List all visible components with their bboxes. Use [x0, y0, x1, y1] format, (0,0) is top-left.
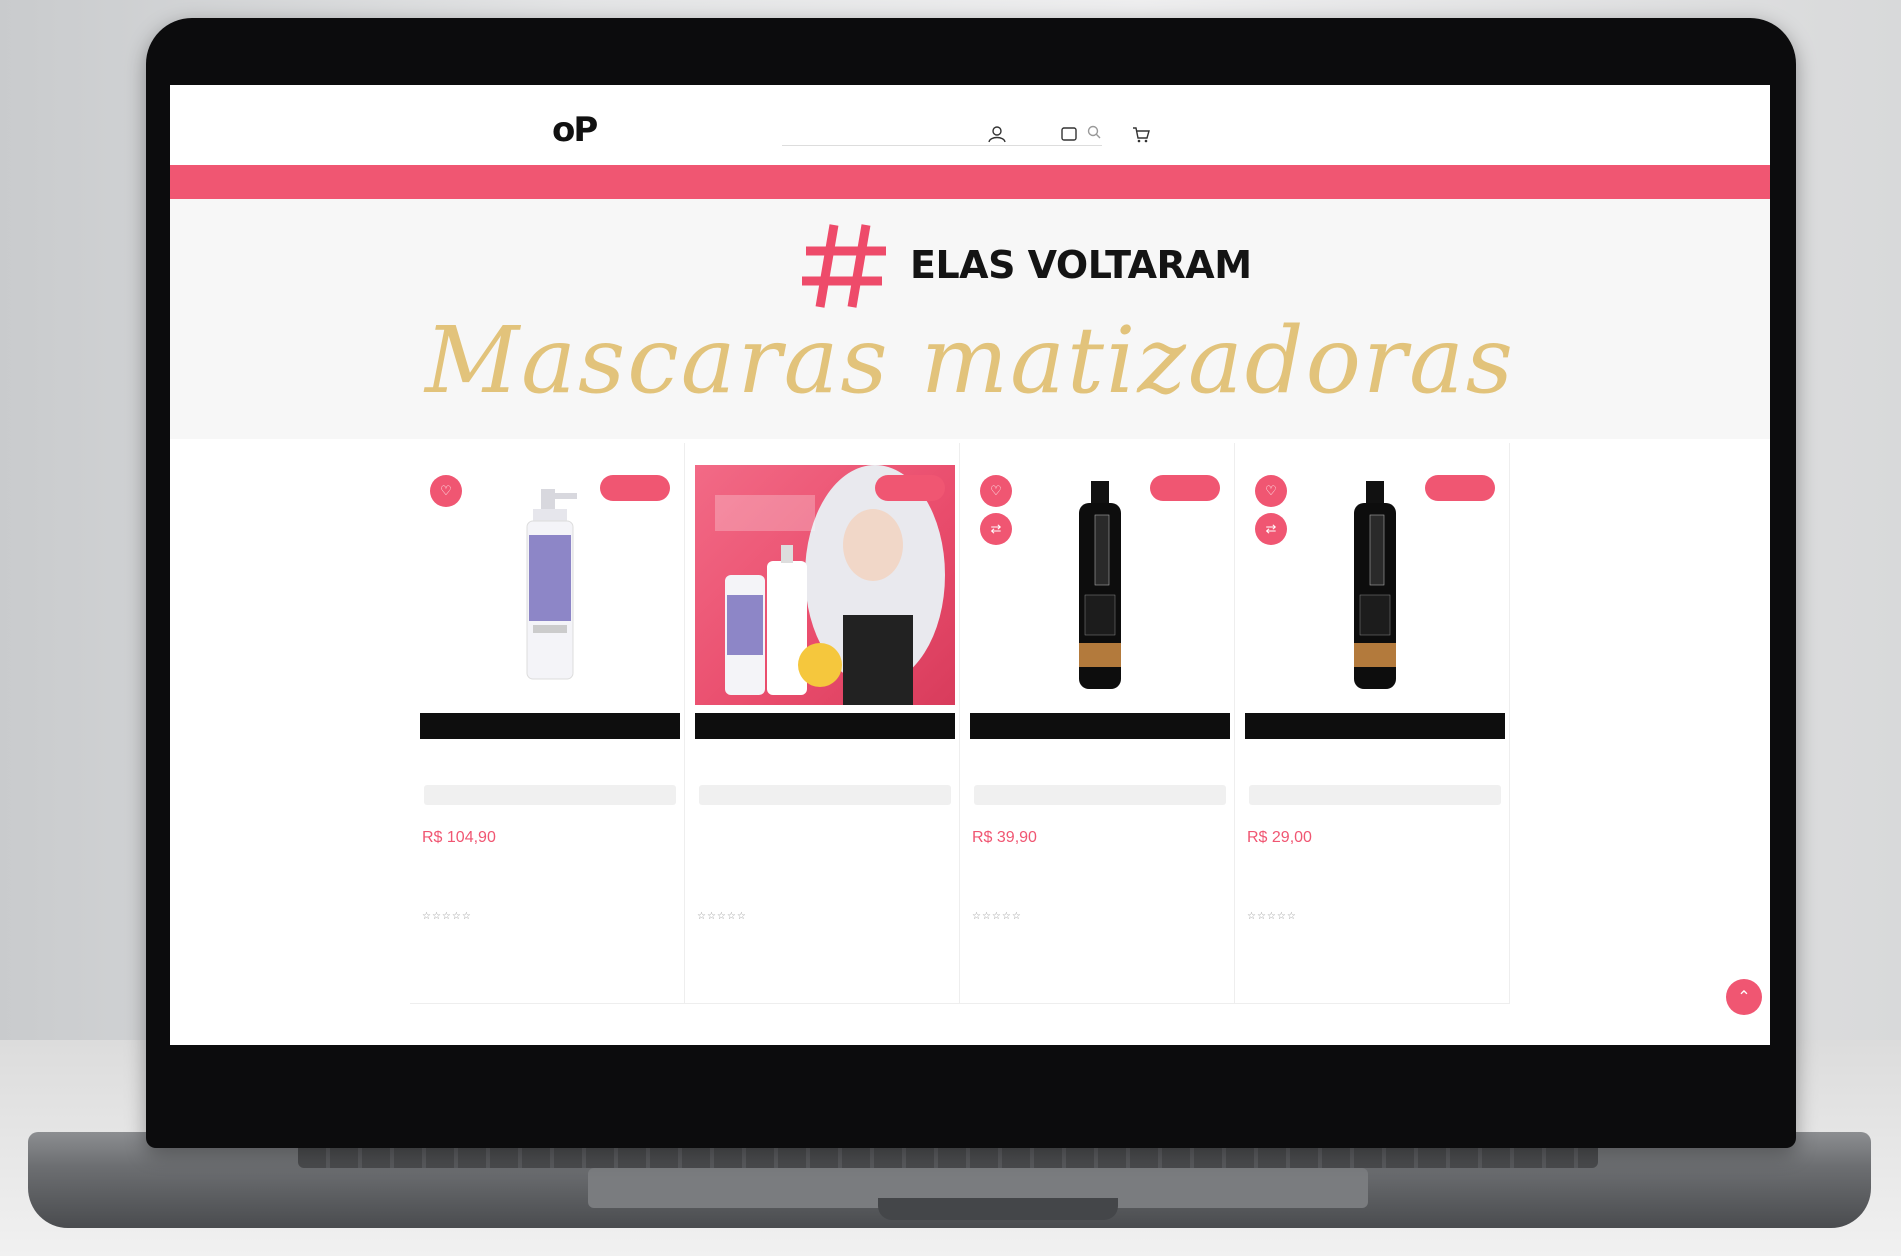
favorite-icon[interactable]: ♡: [1255, 475, 1287, 507]
product-image[interactable]: [420, 465, 680, 705]
white-bottle-illustration: [526, 489, 577, 680]
product-rating: ☆☆☆☆☆: [1247, 911, 1297, 922]
product-name[interactable]: [422, 747, 678, 779]
product-card[interactable]: ☆☆☆☆☆: [685, 443, 960, 1004]
hashtag-icon: [802, 224, 886, 308]
product-card[interactable]: ♡ ⇄ R$ 29,00 ☆☆☆☆☆: [1235, 443, 1510, 1004]
product-name[interactable]: [972, 747, 1228, 779]
installments-text: [697, 857, 953, 901]
discount-badge: [875, 475, 945, 501]
rating-stars: ☆☆☆☆☆: [422, 911, 472, 922]
product-rating: ☆☆☆☆☆: [972, 911, 1022, 922]
hero-banner: ELAS VOLTARAM Mascaras matizadoras: [170, 199, 1770, 439]
product-brand: [970, 713, 1230, 739]
compare-icon[interactable]: ⇄: [1255, 513, 1287, 545]
search-icon[interactable]: [1086, 124, 1102, 140]
product-image[interactable]: [1245, 465, 1505, 705]
shipping-badge: [424, 785, 676, 805]
product-brand: [420, 713, 680, 739]
site-header: oP: [170, 107, 1770, 165]
product-grid: ♡ R$ 104,90 ☆☆☆☆☆ ☆☆☆☆☆ ♡ ⇄ R$ 39,90 ☆☆☆…: [410, 443, 1510, 1004]
black-bottle-illustration: [1354, 481, 1396, 689]
user-icon[interactable]: [986, 123, 1008, 145]
product-brand: [695, 713, 955, 739]
category-nav: [170, 165, 1770, 199]
discount-badge: [1150, 475, 1220, 501]
product-image[interactable]: [970, 465, 1230, 705]
black-bottle-illustration: [1079, 481, 1121, 689]
favorite-icon[interactable]: ♡: [430, 475, 462, 507]
product-price: R$ 39,90: [972, 829, 1037, 846]
search-input[interactable]: [782, 125, 1086, 139]
product-price: R$ 29,00: [1247, 829, 1312, 846]
promo-banner-illustration: [715, 465, 945, 705]
product-card[interactable]: ♡ ⇄ R$ 39,90 ☆☆☆☆☆: [960, 443, 1235, 1004]
product-brand: [1245, 713, 1505, 739]
search-bar: [782, 119, 1102, 146]
announcement-bar: [170, 85, 1770, 107]
hero-title: ELAS VOLTARAM: [910, 243, 1252, 287]
compare-icon[interactable]: ⇄: [980, 513, 1012, 545]
product-price: R$ 104,90: [422, 829, 496, 846]
laptop-notch: [878, 1198, 1118, 1220]
product-card[interactable]: ♡ R$ 104,90 ☆☆☆☆☆: [410, 443, 685, 1004]
hero-script-title: Mascaras matizadoras: [424, 307, 1516, 414]
installments-text: [1247, 857, 1503, 901]
site-logo[interactable]: oP: [552, 113, 642, 157]
logo-mark: oP: [552, 110, 598, 150]
installments-text: [972, 857, 1228, 901]
product-name[interactable]: [1247, 747, 1503, 779]
product-image[interactable]: [695, 465, 955, 705]
shipping-badge: [699, 785, 951, 805]
scroll-to-top-button[interactable]: ⌃: [1726, 979, 1762, 1015]
installments-text: [422, 857, 678, 901]
wishlist-icon[interactable]: [1058, 123, 1080, 145]
rating-stars: ☆☆☆☆☆: [972, 911, 1022, 922]
product-rating: ☆☆☆☆☆: [422, 911, 472, 922]
rating-stars: ☆☆☆☆☆: [697, 911, 747, 922]
product-rating: ☆☆☆☆☆: [697, 911, 747, 922]
rating-stars: ☆☆☆☆☆: [1247, 911, 1297, 922]
browser-screen: oP ELAS VOLTARAM Mascaras matizadoras ♡ …: [170, 85, 1770, 1045]
shipping-badge: [1249, 785, 1501, 805]
shipping-badge: [974, 785, 1226, 805]
discount-badge: [1425, 475, 1495, 501]
discount-badge: [600, 475, 670, 501]
cart-icon[interactable]: [1130, 123, 1152, 145]
product-name[interactable]: [697, 747, 953, 779]
favorite-icon[interactable]: ♡: [980, 475, 1012, 507]
